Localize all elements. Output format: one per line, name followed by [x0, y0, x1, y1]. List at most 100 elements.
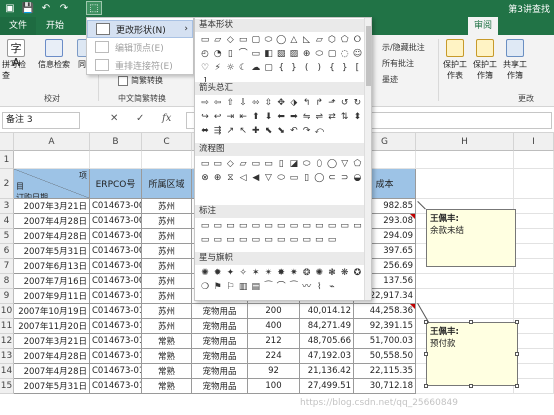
- shape-basic-shapes-icon[interactable]: ⊕: [301, 48, 313, 60]
- resize-handle[interactable]: [469, 384, 473, 388]
- comment-box[interactable]: 王佩丰: 余款未结: [426, 209, 516, 267]
- shape-callouts-icon[interactable]: ▭: [263, 220, 275, 232]
- shape-flowchart-icon[interactable]: ◁: [237, 172, 249, 184]
- shape-basic-shapes-icon[interactable]: {: [326, 62, 338, 74]
- shape-basic-shapes-icon[interactable]: ▱: [212, 34, 224, 46]
- empty-cell[interactable]: [514, 349, 554, 364]
- amount-cell[interactable]: 40,014.12: [300, 304, 354, 319]
- empty-cell[interactable]: [514, 229, 554, 244]
- shape-basic-shapes-icon[interactable]: ▯: [224, 48, 236, 60]
- empty-cell[interactable]: [514, 274, 554, 289]
- cost-cell[interactable]: 51,700.03: [354, 334, 416, 349]
- shape-basic-shapes-icon[interactable]: ▨: [288, 48, 300, 60]
- shape-stars-and-banners-icon[interactable]: ❃: [326, 267, 338, 279]
- row-header-6[interactable]: 6: [0, 244, 14, 259]
- protect-workbook-button[interactable]: 保护工作簿: [471, 39, 499, 81]
- shape-block-arrows-icon[interactable]: ⇥: [224, 111, 236, 123]
- shape-callouts-icon[interactable]: ▭: [212, 234, 224, 246]
- shape-block-arrows-icon[interactable]: ⬊: [275, 125, 287, 137]
- erp-number-cell[interactable]: C014673-004: [90, 199, 142, 214]
- shape-flowchart-icon[interactable]: ▱: [237, 158, 249, 170]
- redo-icon[interactable]: ↷: [56, 1, 72, 15]
- row-header-10[interactable]: 10: [0, 304, 14, 319]
- empty-cell[interactable]: [416, 169, 514, 199]
- shape-block-arrows-icon[interactable]: ⇨: [199, 97, 211, 109]
- shape-stars-and-banners-icon[interactable]: ⌁: [326, 281, 338, 293]
- shape-callouts-icon[interactable]: ▭: [224, 220, 236, 232]
- shape-block-arrows-icon[interactable]: ⬇: [263, 111, 275, 123]
- shape-callouts-icon[interactable]: ▭: [224, 234, 236, 246]
- shape-basic-shapes-icon[interactable]: ◇: [224, 34, 236, 46]
- shape-flowchart-icon[interactable]: ▽: [263, 172, 275, 184]
- shape-flowchart-icon[interactable]: ⬭: [275, 172, 287, 184]
- category-cell[interactable]: 宠物用品: [192, 349, 248, 364]
- order-date-cell[interactable]: 2007年10月19日: [14, 304, 90, 319]
- order-date-cell[interactable]: 2007年4月28日: [14, 229, 90, 244]
- empty-cell[interactable]: [514, 244, 554, 259]
- row-header-9[interactable]: 9: [0, 289, 14, 304]
- amount-cell[interactable]: 48,705.66: [300, 334, 354, 349]
- shape-block-arrows-icon[interactable]: ↖: [237, 125, 249, 137]
- shape-callouts-icon[interactable]: ▭: [339, 220, 351, 232]
- shape-callouts-icon[interactable]: ▭: [237, 234, 249, 246]
- protect-sheet-button[interactable]: 保护工作表: [441, 39, 469, 81]
- cost-cell[interactable]: 50,558.50: [354, 349, 416, 364]
- menu-item-reroute-connectors[interactable]: 重排连接符(E): [87, 56, 193, 74]
- row-header-4[interactable]: 4: [0, 214, 14, 229]
- share-workbook-button[interactable]: 共享工作簿: [501, 39, 529, 81]
- shape-basic-shapes-icon[interactable]: ◔: [212, 48, 224, 60]
- shape-block-arrows-icon[interactable]: ↩: [212, 111, 224, 123]
- shape-basic-shapes-icon[interactable]: ⬭: [263, 34, 275, 46]
- amount-cell[interactable]: 47,192.03: [300, 349, 354, 364]
- shape-callouts-icon[interactable]: ▭: [237, 220, 249, 232]
- shape-callouts-icon[interactable]: ▭: [351, 220, 363, 232]
- row-header-15[interactable]: 15: [0, 379, 14, 394]
- resize-handle[interactable]: [469, 320, 473, 324]
- name-box[interactable]: 备注 3: [2, 112, 80, 129]
- shape-block-arrows-icon[interactable]: ⇩: [237, 97, 249, 109]
- shape-stars-and-banners-icon[interactable]: ✷: [288, 267, 300, 279]
- shape-basic-shapes-icon[interactable]: ◴: [199, 48, 211, 60]
- shape-block-arrows-icon[interactable]: ⇅: [339, 111, 351, 123]
- shape-basic-shapes-icon[interactable]: ▢: [263, 62, 275, 74]
- resize-handle[interactable]: [515, 352, 519, 356]
- column-header-i[interactable]: I: [514, 133, 554, 151]
- shape-basic-shapes-icon[interactable]: ⬭: [313, 48, 325, 60]
- shape-block-arrows-icon[interactable]: ⬅: [275, 111, 287, 123]
- shape-basic-shapes-icon[interactable]: ▭: [250, 48, 262, 60]
- empty-cell[interactable]: [142, 151, 192, 169]
- region-cell[interactable]: 常熟: [142, 334, 192, 349]
- quantity-cell[interactable]: 200: [248, 304, 300, 319]
- cancel-icon[interactable]: ✕: [110, 113, 118, 124]
- shape-stars-and-banners-icon[interactable]: 〰: [301, 281, 313, 293]
- shape-block-arrows-icon[interactable]: ⬉: [263, 125, 275, 137]
- tab-file[interactable]: 文件: [0, 17, 36, 35]
- shape-block-arrows-icon[interactable]: ⇳: [263, 97, 275, 109]
- shape-callouts-icon[interactable]: ▭: [301, 234, 313, 246]
- shape-basic-shapes-icon[interactable]: ▧: [275, 48, 287, 60]
- shape-stars-and-banners-icon[interactable]: ⚐: [224, 281, 236, 293]
- empty-cell[interactable]: [514, 199, 554, 214]
- order-date-cell[interactable]: 2007年4月28日: [14, 349, 90, 364]
- empty-cell[interactable]: [416, 289, 514, 304]
- shape-stars-and-banners-icon[interactable]: ▤: [250, 281, 262, 293]
- shape-callouts-icon[interactable]: ▭: [250, 220, 262, 232]
- shape-callouts-icon[interactable]: ▭: [326, 220, 338, 232]
- shape-basic-shapes-icon[interactable]: ⬡: [326, 34, 338, 46]
- shape-flowchart-icon[interactable]: ◪: [288, 158, 300, 170]
- shape-block-arrows-icon[interactable]: ⬍: [351, 111, 363, 123]
- region-cell[interactable]: 苏州: [142, 244, 192, 259]
- shape-callouts-icon[interactable]: ▭: [313, 234, 325, 246]
- shape-basic-shapes-icon[interactable]: ⭘: [351, 34, 363, 46]
- empty-cell[interactable]: [514, 304, 554, 319]
- research-button[interactable]: 信息检索: [34, 39, 74, 70]
- shape-flowchart-icon[interactable]: ◀: [250, 172, 262, 184]
- shape-stars-and-banners-icon[interactable]: ⁀: [288, 281, 300, 293]
- row-header-1[interactable]: 1: [0, 151, 14, 169]
- row-header-11[interactable]: 11: [0, 319, 14, 334]
- shape-stars-and-banners-icon[interactable]: ✸: [275, 267, 287, 279]
- resize-handle[interactable]: [515, 384, 519, 388]
- region-cell[interactable]: 苏州: [142, 259, 192, 274]
- region-cell[interactable]: 苏州: [142, 274, 192, 289]
- shape-block-arrows-icon[interactable]: ⬌: [199, 125, 211, 137]
